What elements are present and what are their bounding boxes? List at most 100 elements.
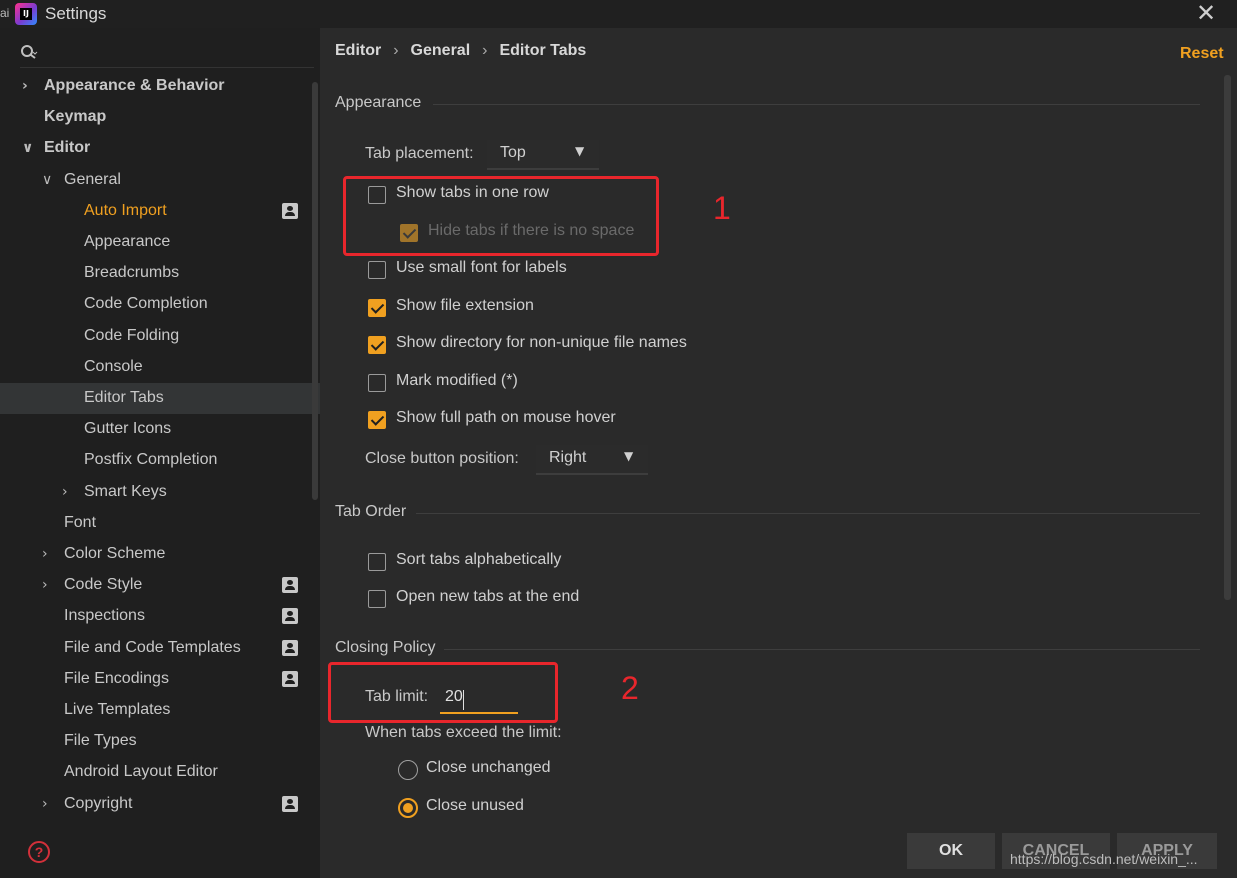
sidebar-item-keymap[interactable]: Keymap xyxy=(0,102,320,133)
option-label: Show directory for non-unique file names xyxy=(396,334,687,351)
settings-search-input[interactable] xyxy=(20,40,314,68)
title-bar xyxy=(0,0,1237,28)
chevron-right-icon[interactable]: › xyxy=(42,789,56,819)
section-title-closing-policy: Closing Policy xyxy=(335,639,436,656)
ok-button[interactable]: OK xyxy=(907,833,995,869)
watermark-text: https://blog.csdn.net/weixin_... xyxy=(1010,851,1198,867)
annotation-number-2: 2 xyxy=(621,670,639,706)
option-label: Show full path on mouse hover xyxy=(396,409,616,426)
section-divider xyxy=(433,104,1200,105)
sidebar-scrollbar[interactable] xyxy=(312,82,318,500)
chevron-right-icon[interactable]: › xyxy=(42,539,56,569)
checkbox[interactable] xyxy=(368,590,386,608)
breadcrumb-separator-icon: › xyxy=(393,42,399,59)
search-icon xyxy=(21,45,38,59)
section-title-tab-order: Tab Order xyxy=(335,503,407,520)
sidebar-item-font[interactable]: Font xyxy=(0,508,320,539)
content-scrollbar[interactable] xyxy=(1224,75,1231,600)
help-button[interactable]: ? xyxy=(28,841,50,863)
sidebar-item-gutter-icons[interactable]: Gutter Icons xyxy=(0,414,320,445)
project-settings-icon xyxy=(282,796,298,812)
sidebar-item-label: Editor Tabs xyxy=(84,389,164,406)
sidebar-item-label: Editor xyxy=(44,139,91,156)
section-divider xyxy=(444,649,1200,650)
sidebar-item-console[interactable]: Console xyxy=(0,352,320,383)
sidebar-item-inspections[interactable]: Inspections xyxy=(0,601,320,632)
sidebar-item-code-style[interactable]: › Code Style xyxy=(0,570,320,601)
sidebar-item-general[interactable]: ∨ General xyxy=(0,165,320,196)
radio-button[interactable] xyxy=(398,798,418,818)
window-title: Settings xyxy=(45,4,107,23)
project-settings-icon xyxy=(282,671,298,687)
sidebar-item-editor[interactable]: ∨ Editor xyxy=(0,133,320,164)
sidebar-item-editor-tabs[interactable]: Editor Tabs xyxy=(0,383,320,414)
sidebar-item-label: Android Layout Editor xyxy=(64,763,218,780)
chevron-right-icon[interactable]: › xyxy=(42,570,56,600)
close-button-position-dropdown[interactable]: Right ▼ xyxy=(536,445,648,475)
checkbox[interactable] xyxy=(368,553,386,571)
sidebar-item-appearance-behavior[interactable]: › Appearance & Behavior xyxy=(0,71,320,102)
sidebar-item-label: Gutter Icons xyxy=(84,420,172,437)
section-title-appearance: Appearance xyxy=(335,94,422,111)
project-settings-icon xyxy=(282,203,298,219)
close-button-position-value: Right xyxy=(549,449,587,466)
sidebar-item-auto-import[interactable]: Auto Import xyxy=(0,196,320,227)
sidebar-item-label: Color Scheme xyxy=(64,545,166,562)
tab-placement-value: Top xyxy=(500,144,526,161)
option-label: Use small font for labels xyxy=(396,259,567,276)
sidebar-item-label: Appearance & Behavior xyxy=(44,77,225,94)
sidebar-item-label: Code Completion xyxy=(84,295,208,312)
checkbox[interactable] xyxy=(368,374,386,392)
annotation-box-1 xyxy=(343,176,659,256)
sidebar-item-label: Auto Import xyxy=(84,202,167,219)
sidebar-item-code-completion[interactable]: Code Completion xyxy=(0,289,320,320)
sidebar-item-code-folding[interactable]: Code Folding xyxy=(0,321,320,352)
checkbox[interactable] xyxy=(368,261,386,279)
sidebar-item-label: Console xyxy=(84,358,143,375)
sidebar-item-label: Code Folding xyxy=(84,327,180,344)
breadcrumb-item[interactable]: Editor xyxy=(335,42,381,59)
breadcrumb-item[interactable]: General xyxy=(411,42,471,59)
project-settings-icon xyxy=(282,577,298,593)
chevron-down-icon: ▼ xyxy=(624,449,634,463)
option-label: Show file extension xyxy=(396,297,534,314)
chevron-down-icon[interactable]: ∨ xyxy=(42,165,56,195)
checkbox[interactable] xyxy=(368,336,386,354)
app-logo-text: IJ xyxy=(20,8,32,20)
sidebar-item-label: File Types xyxy=(64,732,137,749)
chevron-right-icon[interactable]: › xyxy=(22,71,36,101)
project-settings-icon xyxy=(282,608,298,624)
sidebar-item-label: Inspections xyxy=(64,607,145,624)
sidebar-item-android-layout-editor[interactable]: Android Layout Editor xyxy=(0,757,320,788)
sidebar-item-appearance[interactable]: Appearance xyxy=(0,227,320,258)
radio-label: Close unchanged xyxy=(426,759,551,776)
sidebar-item-postfix-completion[interactable]: Postfix Completion xyxy=(0,445,320,476)
sidebar-item-file-and-code-templates[interactable]: File and Code Templates xyxy=(0,633,320,664)
sidebar-item-file-encodings[interactable]: File Encodings xyxy=(0,664,320,695)
sidebar-item-copyright[interactable]: › Copyright xyxy=(0,789,320,820)
option-label: Sort tabs alphabetically xyxy=(396,551,562,568)
chevron-down-icon[interactable]: ∨ xyxy=(22,133,36,163)
sidebar-item-label: General xyxy=(64,171,121,188)
option-label: Open new tabs at the end xyxy=(396,588,580,605)
sidebar-item-live-templates[interactable]: Live Templates xyxy=(0,695,320,726)
exceed-limit-label: When tabs exceed the limit: xyxy=(365,724,562,741)
sidebar-item-label: Keymap xyxy=(44,108,107,125)
sidebar-item-color-scheme[interactable]: › Color Scheme xyxy=(0,539,320,570)
radio-button[interactable] xyxy=(398,760,418,780)
section-divider xyxy=(416,513,1200,514)
sidebar-item-breadcrumbs[interactable]: Breadcrumbs xyxy=(0,258,320,289)
project-settings-icon xyxy=(282,640,298,656)
sidebar-item-smart-keys[interactable]: › Smart Keys xyxy=(0,477,320,508)
chevron-right-icon[interactable]: › xyxy=(62,477,76,507)
close-button-position-label: Close button position: xyxy=(365,450,519,467)
checkbox[interactable] xyxy=(368,411,386,429)
tab-placement-dropdown[interactable]: Top ▼ xyxy=(487,140,599,170)
sidebar-item-label: File Encodings xyxy=(64,670,169,687)
sidebar-item-label: Copyright xyxy=(64,795,133,812)
sidebar-item-file-types[interactable]: File Types xyxy=(0,726,320,757)
checkbox[interactable] xyxy=(368,299,386,317)
breadcrumb-item-current: Editor Tabs xyxy=(499,42,587,59)
reset-link[interactable]: Reset xyxy=(1180,45,1224,63)
close-window-button[interactable]: ✕ xyxy=(1193,0,1219,26)
